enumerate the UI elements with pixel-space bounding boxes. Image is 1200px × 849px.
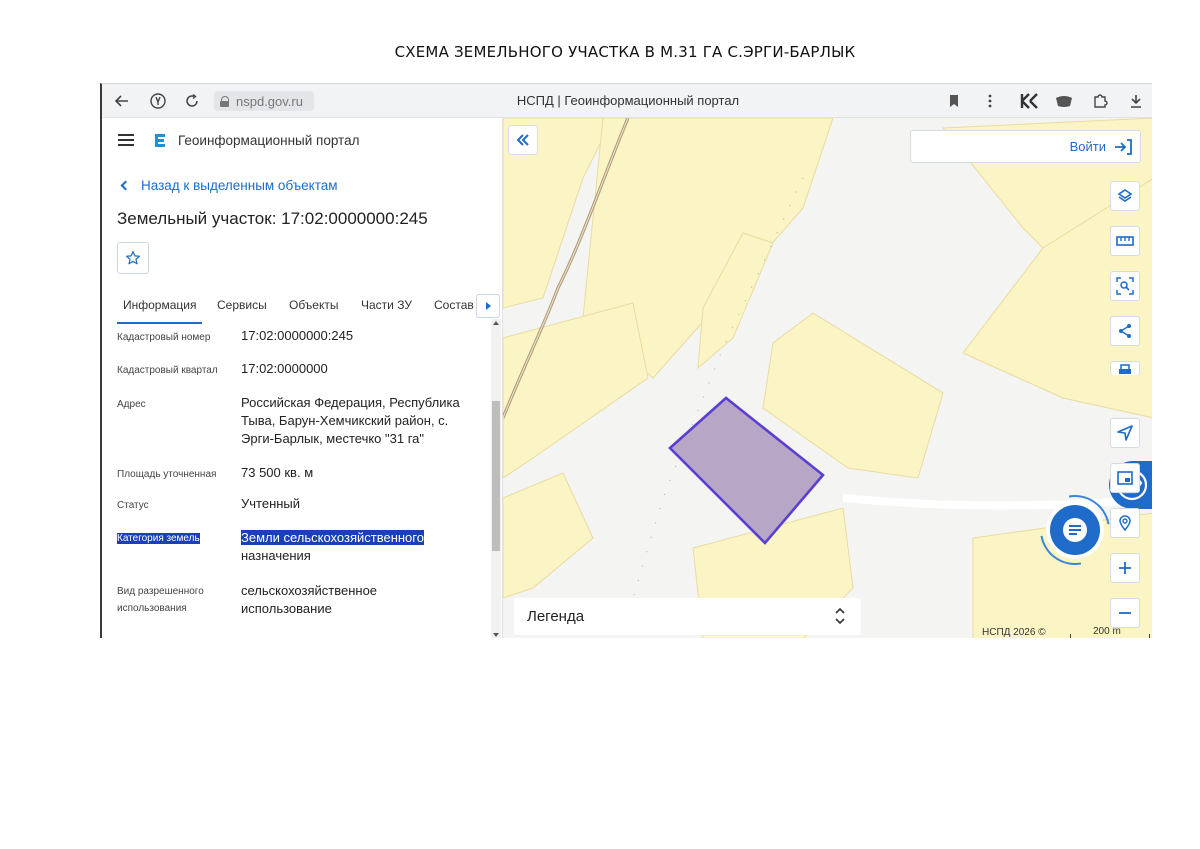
row-label-address: Адрес [117, 399, 146, 410]
document-title: СХЕМА ЗЕМЕЛЬНОГО УЧАСТКА В М.31 ГА С.ЭРГ… [394, 43, 856, 61]
zoom-in-button[interactable] [1110, 553, 1140, 583]
scroll-down-arrow-icon[interactable] [493, 633, 499, 637]
map-copyright: НСПД 2026 © [982, 627, 1046, 638]
area-search-button[interactable] [1110, 271, 1140, 301]
chat-button[interactable] [1050, 505, 1100, 555]
plus-icon [1119, 562, 1131, 574]
search-location-button[interactable] [1110, 508, 1140, 538]
download-icon[interactable] [1126, 91, 1146, 111]
area-search-icon [1116, 277, 1134, 295]
lock-icon [220, 95, 230, 107]
row-label-permitted-use: Вид разрешенного использования [117, 586, 204, 614]
legend-selector[interactable]: Легенда [514, 598, 861, 635]
minimap-button[interactable] [1110, 463, 1140, 493]
screenshot-frame: nspd.gov.ru НСПД | Геоинформационный пор… [100, 83, 1152, 638]
tabs-next-button[interactable] [476, 294, 500, 318]
row-label-cadastral-quarter: Кадастровый квартал [117, 365, 218, 376]
extension-k-icon[interactable] [1019, 91, 1039, 111]
info-table: Кадастровый номер 17:02:0000000:245 Када… [102, 326, 492, 638]
scale-label: 200 m [1093, 626, 1121, 637]
print-button[interactable] [1110, 361, 1140, 375]
row-value-land-category: Земли сельскохозяйственного назначения [241, 530, 424, 563]
layers-button[interactable] [1110, 181, 1140, 211]
row-value-status: Учтенный [241, 496, 301, 511]
address-bar[interactable]: nspd.gov.ru [214, 91, 314, 111]
tab-objects[interactable]: Объекты [289, 290, 339, 324]
info-tabs: Информация Сервисы Объекты Части ЗУ Сост… [102, 290, 502, 326]
row-label-land-category: Категория земель [117, 533, 200, 544]
picture-in-picture-icon [1117, 471, 1133, 485]
ruler-icon [1116, 236, 1134, 246]
extensions-puzzle-icon[interactable] [1090, 91, 1110, 111]
share-button[interactable] [1110, 316, 1140, 346]
favorite-button[interactable] [117, 242, 149, 274]
share-icon [1119, 324, 1131, 338]
print-icon [1119, 363, 1131, 374]
map-view[interactable]: Войти Легенда НСПД 2026 © 200 m [503, 118, 1152, 638]
reload-icon[interactable] [182, 91, 202, 111]
app-title: Геоинформационный портал [178, 133, 360, 148]
menu-icon[interactable] [118, 134, 134, 146]
info-scrollbar[interactable] [491, 319, 501, 638]
zoom-out-button[interactable] [1110, 598, 1140, 628]
login-button[interactable]: Войти [910, 130, 1141, 163]
yandex-icon[interactable] [148, 91, 168, 111]
legend-label: Легенда [527, 608, 585, 625]
object-title: Земельный участок: 17:02:0000000:245 [117, 209, 428, 228]
row-label-area: Площадь уточненная [117, 469, 217, 480]
portal-logo-icon [155, 134, 165, 147]
map-canvas [503, 118, 1152, 638]
measure-button[interactable] [1110, 226, 1140, 256]
sidebar-panel: Геоинформационный портал Назад к выделен… [102, 118, 503, 638]
tab-parts[interactable]: Части ЗУ [361, 290, 412, 324]
chat-icon [1063, 518, 1087, 542]
row-label-cadastral-number: Кадастровый номер [117, 332, 211, 343]
minus-icon [1119, 612, 1131, 614]
double-chevron-left-icon [516, 134, 529, 146]
login-label: Войти [1069, 139, 1106, 154]
navigation-arrow-icon [1117, 425, 1133, 441]
url-text: nspd.gov.ru [236, 93, 303, 109]
row-label-status: Статус [117, 500, 149, 511]
tab-services[interactable]: Сервисы [217, 290, 267, 324]
layers-icon [1117, 189, 1133, 202]
scroll-up-arrow-icon[interactable] [493, 321, 499, 325]
extension-hat-icon[interactable] [1054, 91, 1074, 111]
back-to-selected-link[interactable]: Назад к выделенным объектам [120, 178, 338, 193]
row-value-address: Российская Федерация, Республика Тыва, Б… [241, 395, 460, 446]
browser-toolbar: nspd.gov.ru НСПД | Геоинформационный пор… [102, 84, 1152, 118]
chevron-left-icon [120, 180, 131, 191]
back-arrow-icon[interactable] [112, 91, 132, 111]
row-value-area: 73 500 кв. м [241, 465, 314, 480]
chevron-right-icon [485, 302, 491, 310]
bookmark-icon[interactable] [944, 91, 964, 111]
more-vertical-icon[interactable] [980, 91, 1000, 111]
my-location-button[interactable] [1110, 418, 1140, 448]
row-value-cadastral-number: 17:02:0000000:245 [241, 328, 354, 343]
row-value-permitted-use: сельскохозяйственное использование [241, 583, 378, 616]
star-icon [126, 251, 140, 265]
back-link-label: Назад к выделенным объектам [141, 178, 338, 193]
login-icon [1115, 139, 1132, 155]
scroll-thumb[interactable] [492, 401, 500, 551]
row-value-cadastral-quarter: 17:02:0000000 [241, 361, 328, 376]
chevron-up-down-icon [835, 607, 845, 625]
tab-composition[interactable]: Состав [434, 290, 474, 324]
collapse-panel-button[interactable] [508, 125, 538, 155]
tab-info[interactable]: Информация [117, 290, 203, 324]
location-search-icon [1119, 515, 1131, 531]
